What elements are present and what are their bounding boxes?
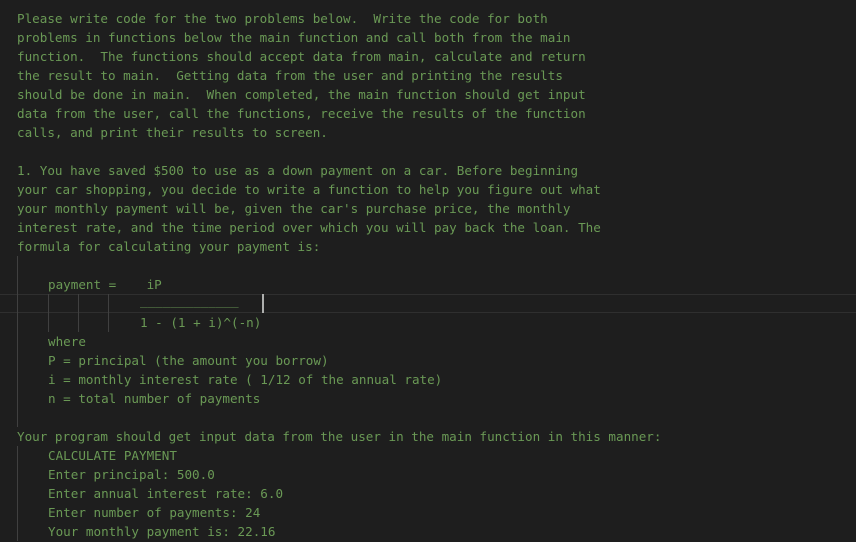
intro-line: the result to main. Getting data from th… <box>17 68 563 83</box>
editor-line: interest rate, and the time period over … <box>0 218 856 237</box>
editor-line: Your program should get input data from … <box>0 427 856 446</box>
sample-output-line: Your monthly payment is: 22.16 <box>48 524 276 539</box>
intro-line: function. The functions should accept da… <box>17 49 586 64</box>
text-editor[interactable]: Please write code for the two problems b… <box>0 9 856 541</box>
editor-line: your car shopping, you decide to write a… <box>0 180 856 199</box>
editor-line: payment = iP <box>0 275 856 294</box>
editor-line: the result to main. Getting data from th… <box>0 66 856 85</box>
formula-denominator: 1 - (1 + i)^(-n) <box>140 315 262 330</box>
editor-line: Enter principal: 500.0 <box>0 465 856 484</box>
editor-line: 1 - (1 + i)^(-n) <box>0 313 856 332</box>
editor-line: i = monthly interest rate ( 1/12 of the … <box>0 370 856 389</box>
sample-output-line: Enter number of payments: 24 <box>48 505 261 520</box>
editor-line-blank <box>0 408 856 427</box>
indent-guide <box>17 408 18 427</box>
editor-line-blank <box>0 142 856 161</box>
problem1-line: your monthly payment will be, given the … <box>17 201 571 216</box>
where-line: i = monthly interest rate ( 1/12 of the … <box>48 372 443 387</box>
where-line: n = total number of payments <box>48 391 261 406</box>
formula-fraction-bar: _____________ <box>140 293 239 308</box>
where-line: P = principal (the amount you borrow) <box>48 353 329 368</box>
sample-output-line: CALCULATE PAYMENT <box>48 448 177 463</box>
intro-line: Please write code for the two problems b… <box>17 11 548 26</box>
sample-output-line: Enter principal: 500.0 <box>48 467 215 482</box>
editor-line: formula for calculating your payment is: <box>0 237 856 256</box>
sample-output-line: Enter annual interest rate: 6.0 <box>48 486 284 501</box>
editor-line: where <box>0 332 856 351</box>
program-intro: Your program should get input data from … <box>17 429 662 444</box>
editor-line: P = principal (the amount you borrow) <box>0 351 856 370</box>
intro-line: calls, and print their results to screen… <box>17 125 328 140</box>
indent-guide <box>17 256 18 275</box>
editor-line: 1. You have saved $500 to use as a down … <box>0 161 856 180</box>
editor-line: Please write code for the two problems b… <box>0 9 856 28</box>
editor-line: should be done in main. When completed, … <box>0 85 856 104</box>
problem1-line: your car shopping, you decide to write a… <box>17 182 601 197</box>
problem1-line: interest rate, and the time period over … <box>17 220 601 235</box>
editor-line: calls, and print their results to screen… <box>0 123 856 142</box>
editor-line: Enter number of payments: 24 <box>0 503 856 522</box>
editor-line: problems in functions below the main fun… <box>0 28 856 47</box>
problem1-line: formula for calculating your payment is: <box>17 239 321 254</box>
intro-line: should be done in main. When completed, … <box>17 87 586 102</box>
editor-line: CALCULATE PAYMENT <box>0 446 856 465</box>
editor-line: n = total number of payments <box>0 389 856 408</box>
text-cursor <box>262 294 264 313</box>
editor-line: Enter annual interest rate: 6.0 <box>0 484 856 503</box>
editor-line-current: _____________ <box>0 293 856 313</box>
editor-line-blank <box>0 256 856 275</box>
editor-line: function. The functions should accept da… <box>0 47 856 66</box>
editor-line: your monthly payment will be, given the … <box>0 199 856 218</box>
editor-line: data from the user, call the functions, … <box>0 104 856 123</box>
editor-line: Your monthly payment is: 22.16 <box>0 522 856 541</box>
formula-numerator: payment = iP <box>48 277 162 292</box>
where-line: where <box>48 334 86 349</box>
intro-line: problems in functions below the main fun… <box>17 30 571 45</box>
problem1-line: 1. You have saved $500 to use as a down … <box>17 163 579 178</box>
intro-line: data from the user, call the functions, … <box>17 106 586 121</box>
